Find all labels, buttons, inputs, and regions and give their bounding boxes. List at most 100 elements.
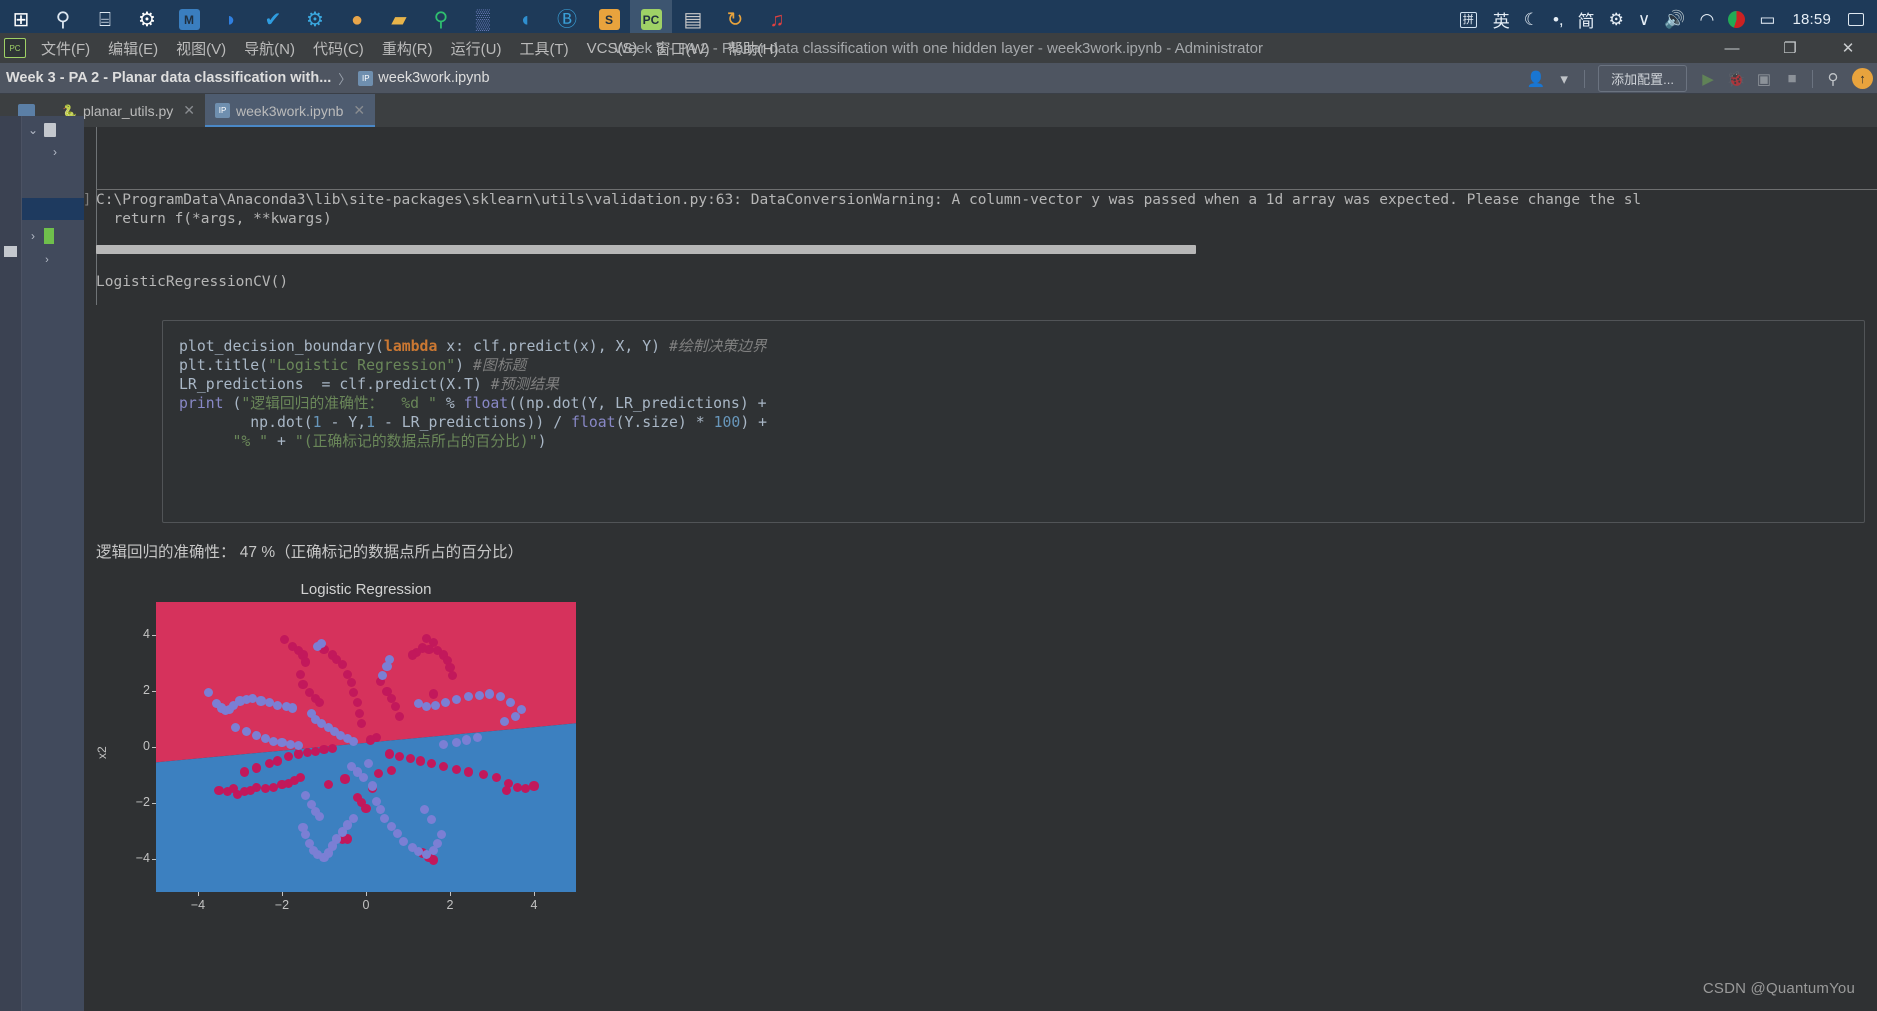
scatter-point (340, 774, 350, 784)
tree-row-1[interactable]: ⌄ (22, 120, 84, 140)
menu-item-7[interactable]: 工具(T) (510, 35, 577, 62)
x-tick-label: −2 (274, 898, 290, 912)
stdout-text: 逻辑回归的准确性： 47 %（正确标记的数据点所占的百分比） (96, 544, 524, 561)
close-button[interactable]: ✕ (1819, 33, 1877, 63)
breadcrumb-project[interactable]: Week 3 - PA 2 - Planar data classificati… (6, 70, 331, 86)
scatter-point (327, 743, 337, 753)
app-icon-edge-glyph: ◖ (518, 8, 532, 31)
menu-item-3[interactable]: 导航(N) (235, 35, 304, 62)
run-icon[interactable]: ▶ (1695, 66, 1721, 92)
plot-area (156, 602, 576, 892)
user-avatar-icon[interactable]: 👤 (1523, 66, 1549, 92)
scatter-point (273, 756, 283, 766)
breadcrumb-separator-icon: 〉 (338, 71, 352, 87)
debug-icon[interactable]: 🐞 (1723, 66, 1749, 92)
chevron-right-icon-2[interactable]: › (22, 229, 44, 243)
output-horizontal-scrollbar[interactable] (96, 245, 1196, 254)
menu-item-10[interactable]: 帮助(H) (719, 35, 788, 62)
tab-close-icon[interactable]: ✕ (183, 102, 195, 119)
scatter-point (241, 727, 251, 737)
tree-row-2[interactable]: › (22, 142, 84, 162)
maximize-button[interactable]: ❐ (1761, 33, 1819, 63)
stop-icon[interactable]: ■ (1779, 66, 1805, 92)
scatter-point (451, 694, 461, 705)
x-tick-mark (450, 892, 451, 896)
code-body[interactable]: plot_decision_boundary(lambda x: clf.pre… (163, 321, 1864, 451)
search-everywhere-icon[interactable]: ⚲ (1820, 66, 1846, 92)
menu-item-6[interactable]: 运行(U) (442, 35, 511, 62)
breadcrumb-file[interactable]: week3work.ipynb (378, 70, 489, 86)
menu-item-2[interactable]: 视图(V) (167, 35, 235, 62)
x-tick-label: 2 (446, 898, 454, 912)
scatter-point (529, 781, 539, 791)
editor-tab-1[interactable]: IP week3work.ipynb ✕ (205, 94, 376, 127)
scatter-point (365, 735, 375, 745)
app-icon-cat-glyph: ▒ (475, 8, 491, 31)
app-root: ⊞ ⚲ ⌸ ⚙ M ◗ ✔ ⚙ ● ▰ ⚲ ▒ ◖ Ⓑ S PC ▤ ↻ ♫ 拼 英 ☾ •, 简 ⚙ ∨ 🔊 ◠ … (0, 0, 1877, 1011)
menu-item-4[interactable]: 代码(C) (304, 35, 373, 62)
scatter-point (510, 711, 520, 721)
menu-item-5[interactable]: 重构(R) (373, 35, 442, 62)
user-chevron-down-icon[interactable]: ▾ (1551, 66, 1577, 92)
tree-row-3[interactable]: › (22, 226, 84, 246)
update-available-icon[interactable]: ↑ (1852, 68, 1873, 89)
run-configuration-selector[interactable]: 添加配置... (1598, 65, 1687, 92)
x-tick-mark (534, 892, 535, 896)
minimize-button[interactable]: — (1703, 33, 1761, 63)
watermark: CSDN @QuantumYou (1702, 980, 1855, 997)
scatter-point (363, 759, 373, 769)
x-tick-label: −4 (190, 898, 206, 912)
ide-menu-bar: PC 文件(F) 编辑(E) 视图(V) 导航(N) 代码(C) 重构(R) 运行(U) 工具… (0, 33, 1877, 63)
warning-output-line-2: return f(*args, **kwargs) (96, 211, 332, 227)
scatter-point (294, 749, 304, 759)
notebook-editor: C:\ProgramData\Anaconda3\lib\site-packag… (84, 127, 1877, 1011)
strip-marker-1 (4, 246, 17, 257)
cell-left-rule-1 (96, 127, 97, 189)
chevron-down-icon[interactable]: ⌄ (22, 123, 44, 137)
tree-row-4[interactable]: › (22, 250, 84, 270)
scatter-point (407, 650, 417, 660)
menu-item-0[interactable]: 文件(F) (32, 35, 99, 62)
code-input-cell[interactable]: plot_decision_boundary(lambda x: clf.pre… (162, 320, 1865, 523)
scatter-point (428, 689, 438, 699)
scatter-point (474, 690, 484, 700)
cell-separator-1 (96, 189, 1877, 190)
y-tick-label: 2 (143, 683, 150, 698)
menu-item-8[interactable]: VCS(S) (578, 37, 647, 60)
scatter-point (300, 657, 310, 667)
navbar-divider (1584, 69, 1586, 88)
y-axis-label: x2 (95, 746, 109, 759)
app-icon-magnify-glyph: ⚲ (433, 8, 449, 31)
x-tick-label: 4 (530, 898, 538, 912)
tab-label: planar_utils.py (83, 102, 174, 119)
file-icon (44, 123, 56, 137)
app-icon-netease-glyph: ♫ (769, 8, 785, 31)
menu-item-9[interactable]: 窗口(W) (646, 35, 718, 62)
x-tick-label: 0 (362, 898, 370, 912)
chevron-right-icon[interactable]: › (44, 145, 66, 159)
scatter-point (348, 813, 358, 823)
tab-close-icon[interactable]: ✕ (353, 102, 365, 119)
clock[interactable]: 18:59 (1782, 11, 1841, 28)
menu-item-1[interactable]: 编辑(E) (99, 35, 167, 62)
matplotlib-figure: Logistic Regression x2 −4 −2 0 2 4 −4 −2 0 2 4 (95, 577, 636, 917)
scatter-point (361, 803, 371, 813)
scatter-point (386, 766, 396, 776)
chevron-right-icon-3[interactable]: › (36, 254, 58, 266)
app-icon-loading-glyph: ↻ (726, 8, 744, 31)
code-line-4: np.dot(1 - Y,1 - LR_predictions)) / floa… (179, 414, 768, 431)
y-tick-mark (152, 691, 156, 693)
project-tree-panel: ⌄ › › › (22, 116, 84, 1011)
task-view-icon-glyph: ⌸ (99, 8, 111, 31)
app-icon-s-glyph: S (598, 9, 620, 30)
menu-item-list: 文件(F) 编辑(E) 视图(V) 导航(N) 代码(C) 重构(R) 运行(U) 工具(T)… (32, 35, 787, 62)
tree-row-selected[interactable] (22, 198, 84, 220)
pycharm-app-icon: PC (4, 38, 26, 58)
x-tick-mark (366, 892, 367, 896)
y-tick-mark (152, 802, 156, 804)
scatter-point (439, 739, 449, 749)
coverage-icon[interactable]: ▣ (1751, 66, 1777, 92)
warning-output-line-1: C:\ProgramData\Anaconda3\lib\site-packag… (96, 192, 1642, 208)
app-icon-m-glyph: M (178, 9, 200, 30)
ipynb-file-icon: IP (358, 70, 374, 86)
